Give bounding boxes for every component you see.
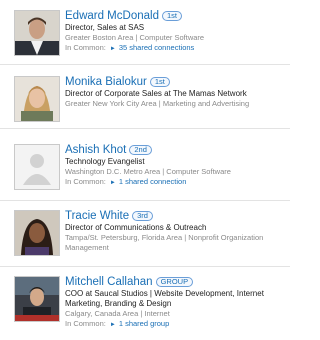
person-name-link[interactable]: Tracie White	[65, 210, 129, 222]
divider	[0, 128, 290, 129]
location-industry: Calgary, Canada Area | Internet	[65, 309, 170, 318]
shared-connections-link[interactable]: 1 shared connection	[119, 177, 187, 186]
list-item: Tracie White 3rd Director of Communicatio…	[0, 210, 290, 274]
degree-badge: 1st	[161, 11, 182, 21]
in-common-label: In Common:	[65, 319, 106, 328]
avatar[interactable]	[14, 144, 60, 190]
person-name-link[interactable]: Edward McDonald	[65, 10, 159, 22]
arrow-right-icon: ►	[109, 46, 116, 52]
group-name-link[interactable]: Mitchell Callahan	[65, 276, 153, 288]
location-industry: Greater New York City Area | Marketing a…	[65, 99, 250, 108]
degree-badge: 1st	[149, 77, 170, 87]
arrow-right-icon: ►	[109, 322, 116, 328]
in-common-label: In Common:	[65, 177, 106, 186]
person-name-link[interactable]: Ashish Khot	[65, 144, 126, 156]
location-industry: Washington D.C. Metro Area | Computer So…	[65, 167, 231, 176]
shared-connections-link[interactable]: 35 shared connections	[119, 43, 194, 52]
degree-badge: 3rd	[132, 211, 153, 221]
shared-group-link[interactable]: 1 shared group	[119, 319, 169, 328]
location-industry: Greater Boston Area | Computer Software	[65, 33, 205, 42]
profile-photo	[15, 211, 59, 255]
default-avatar-icon	[15, 145, 59, 189]
avatar[interactable]	[14, 10, 60, 56]
divider	[0, 266, 290, 267]
degree-badge: 2nd	[129, 145, 152, 155]
list-item: Mitchell Callahan GROUP COO at Saucal Stu…	[0, 276, 290, 340]
headline: Director, Sales at SAS	[65, 23, 145, 32]
avatar[interactable]	[14, 276, 60, 322]
divider	[0, 200, 290, 201]
headline: COO at Saucal Studios | Website Developm…	[65, 289, 264, 308]
headline: Director of Corporate Sales at The Mamas…	[65, 89, 247, 98]
profile-photo	[15, 11, 59, 55]
in-common: In Common: ► 1 shared connection	[65, 177, 290, 188]
in-common-label: In Common:	[65, 43, 106, 52]
profile-photo	[15, 77, 59, 121]
group-badge: GROUP	[155, 277, 194, 287]
list-item: Monika Bialokur 1st Director of Corporate…	[0, 76, 290, 140]
avatar[interactable]	[14, 76, 60, 122]
person-name-link[interactable]: Monika Bialokur	[65, 76, 147, 88]
in-common: In Common: ► 1 shared group	[65, 319, 290, 330]
divider	[0, 64, 290, 65]
avatar[interactable]	[14, 210, 60, 256]
arrow-right-icon: ►	[109, 180, 116, 186]
location-industry: Tampa/St. Petersburg, Florida Area | Non…	[65, 233, 264, 252]
in-common: In Common: ► 35 shared connections	[65, 43, 290, 54]
list-item: Ashish Khot 2nd Technology Evangelist Was…	[0, 144, 290, 208]
profile-photo	[15, 277, 59, 321]
headline: Director of Communications & Outreach	[65, 223, 207, 232]
headline: Technology Evangelist	[65, 157, 145, 166]
